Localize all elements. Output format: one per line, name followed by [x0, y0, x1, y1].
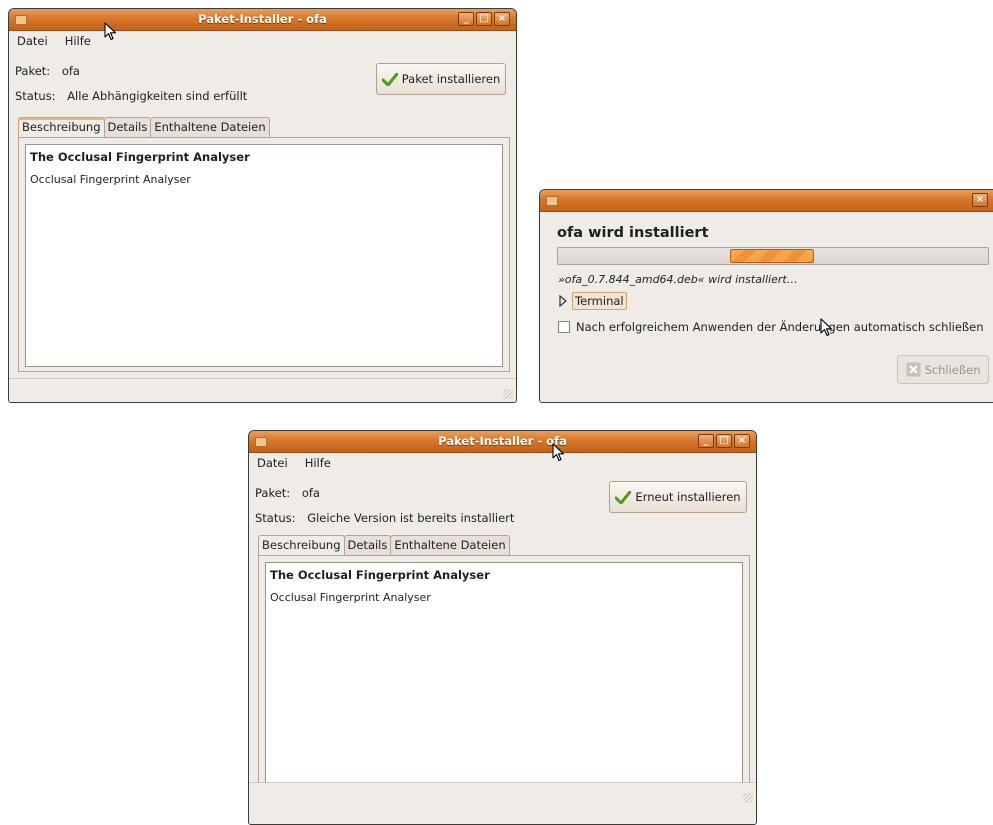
dialog-title-bar[interactable]: ×: [540, 190, 993, 212]
minimize-button[interactable]: _: [698, 434, 714, 448]
status-bar: [9, 378, 516, 402]
triangle-right-icon: [559, 295, 567, 307]
install-progress-dialog: × ofa wird installiert »ofa_0.7.844_amd6…: [539, 189, 993, 403]
close-window-button[interactable]: ×: [494, 12, 510, 26]
minimize-button[interactable]: _: [458, 12, 474, 26]
resize-grip[interactable]: [503, 389, 513, 399]
tab-description[interactable]: Beschreibung: [18, 117, 105, 137]
status-label: Status:: [255, 511, 296, 525]
window-title: Paket-Installer - ofa: [438, 434, 567, 448]
check-icon: [615, 490, 632, 504]
window-title: Paket-Installer - ofa: [198, 12, 327, 26]
status-label: Status:: [15, 89, 56, 103]
autoclose-option[interactable]: Nach erfolgreichem Anwenden der Änderung…: [558, 320, 984, 334]
package-value: ofa: [301, 486, 320, 500]
title-bar[interactable]: Paket-Installer - ofa _ □ ×: [9, 9, 516, 31]
description-area[interactable]: The Occlusal Fingerprint Analyser Occlus…: [265, 562, 743, 790]
close-window-button[interactable]: ×: [734, 434, 750, 448]
package-installer-window-2: Paket-Installer - ofa _ □ × Datei Hilfe …: [248, 430, 757, 825]
reinstall-button[interactable]: Erneut installieren: [609, 481, 747, 513]
close-button[interactable]: Schließen: [897, 355, 989, 384]
terminal-expander[interactable]: Terminal: [558, 292, 627, 310]
tab-panel: The Occlusal Fingerprint Analyser Occlus…: [258, 555, 750, 795]
description-title: The Occlusal Fingerprint Analyser: [270, 568, 490, 582]
check-icon: [381, 72, 398, 86]
status-value: Alle Abhängigkeiten sind erfüllt: [67, 89, 248, 103]
description-text: Occlusal Fingerprint Analyser: [30, 173, 191, 186]
menu-help[interactable]: Hilfe: [302, 456, 334, 470]
package-label: Paket:: [15, 64, 51, 78]
progress-status-text: »ofa_0.7.844_amd64.deb« wird installiert…: [558, 273, 798, 286]
install-package-button[interactable]: Paket installieren: [376, 63, 506, 95]
tab-details[interactable]: Details: [343, 535, 392, 555]
description-title: The Occlusal Fingerprint Analyser: [30, 150, 250, 164]
mouse-cursor-icon: [104, 22, 117, 41]
progress-bar: [557, 247, 989, 265]
menu-file[interactable]: Datei: [14, 34, 51, 48]
autoclose-checkbox[interactable]: [558, 321, 570, 333]
progress-pulse: [730, 249, 814, 263]
package-row: Paket: ofa: [255, 486, 320, 500]
package-label: Paket:: [255, 486, 291, 500]
folder-icon: [546, 196, 558, 206]
reinstall-label: Erneut installieren: [635, 490, 741, 504]
close-dialog-button[interactable]: ×: [972, 193, 988, 207]
autoclose-label: Nach erfolgreichem Anwenden der Änderung…: [576, 320, 984, 334]
maximize-button[interactable]: □: [716, 434, 732, 448]
package-row: Paket: ofa: [15, 64, 80, 78]
close-icon: [906, 362, 920, 377]
title-bar[interactable]: Paket-Installer - ofa _ □ ×: [249, 431, 756, 453]
package-value: ofa: [61, 64, 80, 78]
menu-bar: Datei Hilfe: [9, 31, 516, 51]
description-area[interactable]: The Occlusal Fingerprint Analyser Occlus…: [25, 144, 503, 367]
maximize-button[interactable]: □: [476, 12, 492, 26]
package-installer-window-1: Paket-Installer - ofa _ □ × Datei Hilfe …: [8, 8, 517, 403]
tab-bar: Beschreibung Details Enthaltene Dateien: [258, 535, 510, 555]
tab-details[interactable]: Details: [103, 117, 152, 137]
install-package-label: Paket installieren: [401, 72, 501, 86]
close-button-label: Schließen: [924, 362, 981, 377]
terminal-label: Terminal: [572, 292, 627, 310]
description-text: Occlusal Fingerprint Analyser: [270, 591, 431, 604]
menu-bar: Datei Hilfe: [249, 453, 756, 473]
status-value: Gleiche Version ist bereits installiert: [307, 511, 515, 525]
tab-description[interactable]: Beschreibung: [258, 535, 345, 555]
menu-help[interactable]: Hilfe: [62, 34, 94, 48]
tab-panel: The Occlusal Fingerprint Analyser Occlus…: [18, 137, 510, 372]
status-bar: [249, 782, 756, 806]
status-row: Status: Alle Abhängigkeiten sind erfüllt: [15, 89, 247, 103]
mouse-cursor-icon: [552, 443, 565, 462]
menu-file[interactable]: Datei: [254, 456, 291, 470]
tab-bar: Beschreibung Details Enthaltene Dateien: [18, 117, 270, 137]
resize-grip[interactable]: [743, 793, 753, 803]
dialog-heading: ofa wird installiert: [557, 225, 709, 241]
status-row: Status: Gleiche Version ist bereits inst…: [255, 511, 514, 525]
tab-files[interactable]: Enthaltene Dateien: [150, 117, 270, 137]
mouse-cursor-icon: [820, 318, 833, 337]
tab-files[interactable]: Enthaltene Dateien: [390, 535, 510, 555]
